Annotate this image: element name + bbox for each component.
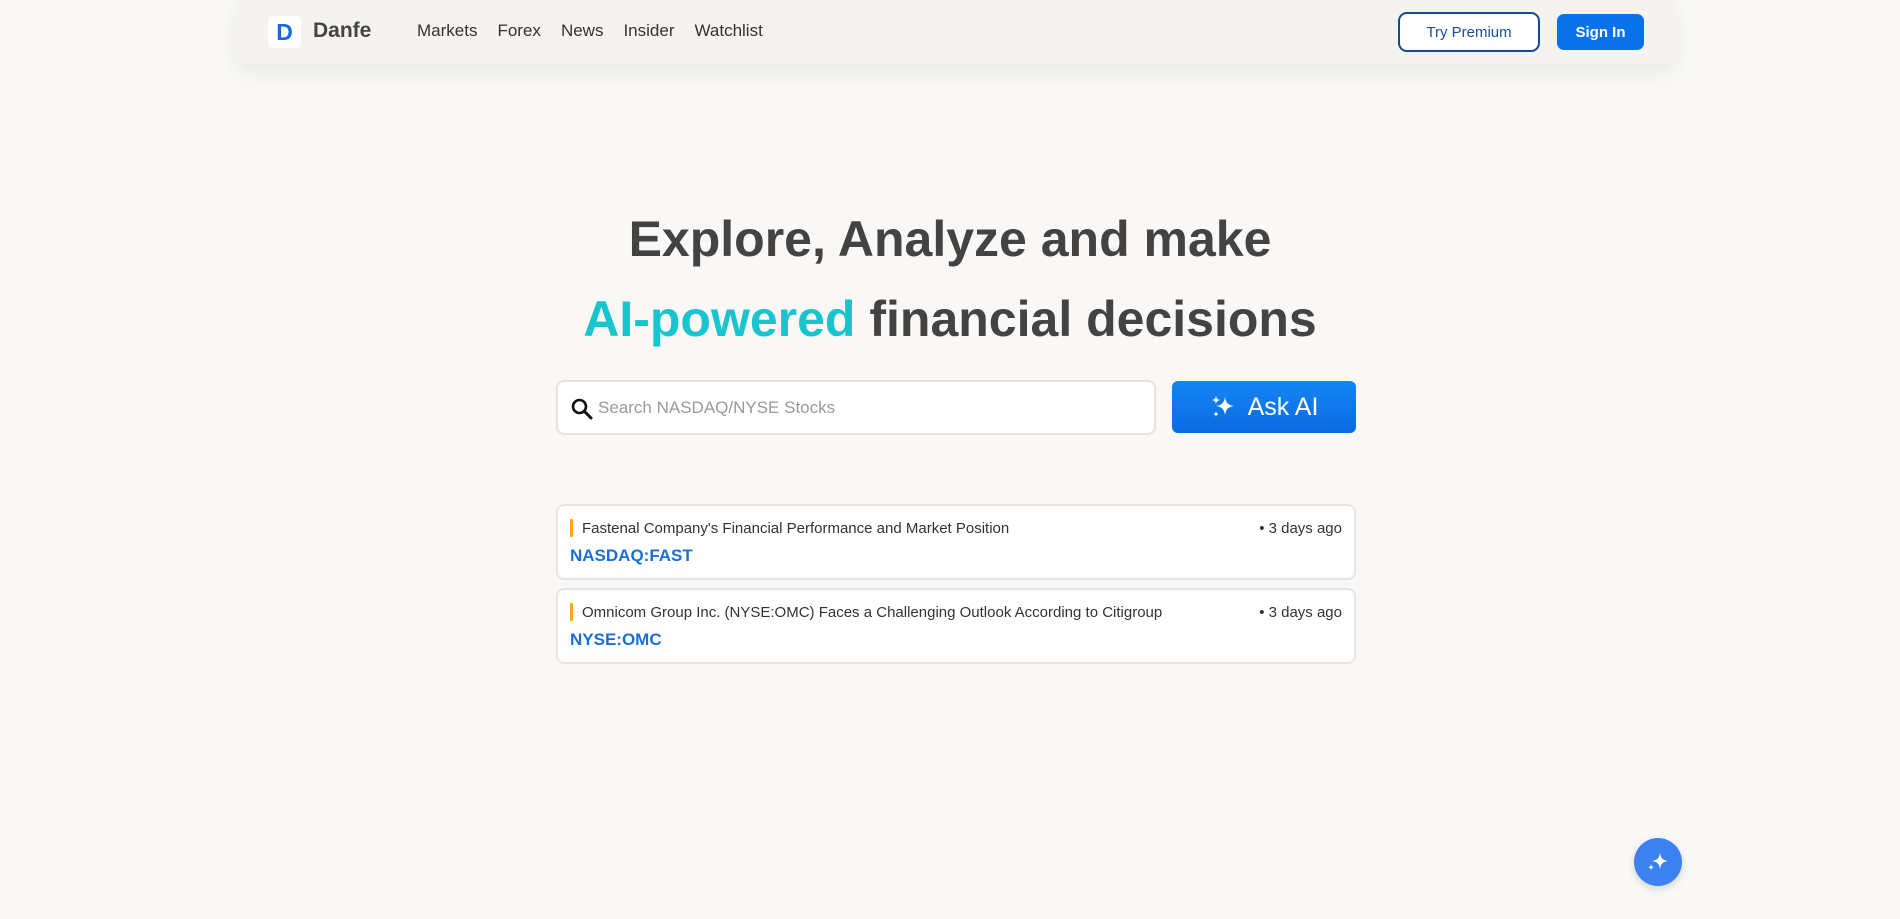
news-title[interactable]: Omnicom Group Inc. (NYSE:OMC) Faces a Ch… <box>582 604 1162 621</box>
news-card[interactable]: Omnicom Group Inc. (NYSE:OMC) Faces a Ch… <box>556 588 1356 664</box>
news-marker <box>570 519 573 537</box>
news-ticker[interactable]: NYSE:OMC <box>570 630 662 650</box>
ask-ai-label: Ask AI <box>1247 392 1319 421</box>
nav-link-markets[interactable]: Markets <box>417 21 477 41</box>
search-input[interactable] <box>598 392 1143 424</box>
search-box <box>556 380 1156 435</box>
nav-link-forex[interactable]: Forex <box>497 21 540 41</box>
hero-line-1: Explore, Analyze and make <box>628 211 1272 267</box>
nav-link-insider[interactable]: Insider <box>623 21 674 41</box>
brand-name[interactable]: Danfe <box>313 19 371 43</box>
hero-line-2: AI-powered financial decisions <box>0 290 1900 348</box>
nav-link-news[interactable]: News <box>561 21 604 41</box>
sparkle-icon <box>1648 853 1668 871</box>
main-nav: Markets Forex News Insider Watchlist <box>417 21 763 41</box>
hero-accent: AI-powered <box>583 291 856 347</box>
news-card[interactable]: Fastenal Company's Financial Performance… <box>556 504 1356 580</box>
try-premium-button[interactable]: Try Premium <box>1398 12 1540 52</box>
news-title[interactable]: Fastenal Company's Financial Performance… <box>582 520 1009 537</box>
logo[interactable]: D <box>268 16 301 48</box>
hero-line-2-rest: financial decisions <box>855 291 1317 347</box>
nav-link-watchlist[interactable]: Watchlist <box>694 21 762 41</box>
top-navbar: D Danfe Markets Forex News Insider Watch… <box>236 0 1676 64</box>
sparkle-icon <box>1211 396 1234 417</box>
sign-in-button[interactable]: Sign In <box>1557 14 1644 50</box>
news-marker <box>570 603 573 621</box>
news-time: • 3 days ago <box>1259 520 1342 537</box>
search-icon <box>571 398 593 420</box>
news-ticker[interactable]: NASDAQ:FAST <box>570 546 693 566</box>
logo-letter: D <box>276 18 293 45</box>
news-time: • 3 days ago <box>1259 604 1342 621</box>
ask-ai-button[interactable]: Ask AI <box>1172 381 1356 433</box>
ai-assistant-fab[interactable] <box>1634 838 1682 886</box>
